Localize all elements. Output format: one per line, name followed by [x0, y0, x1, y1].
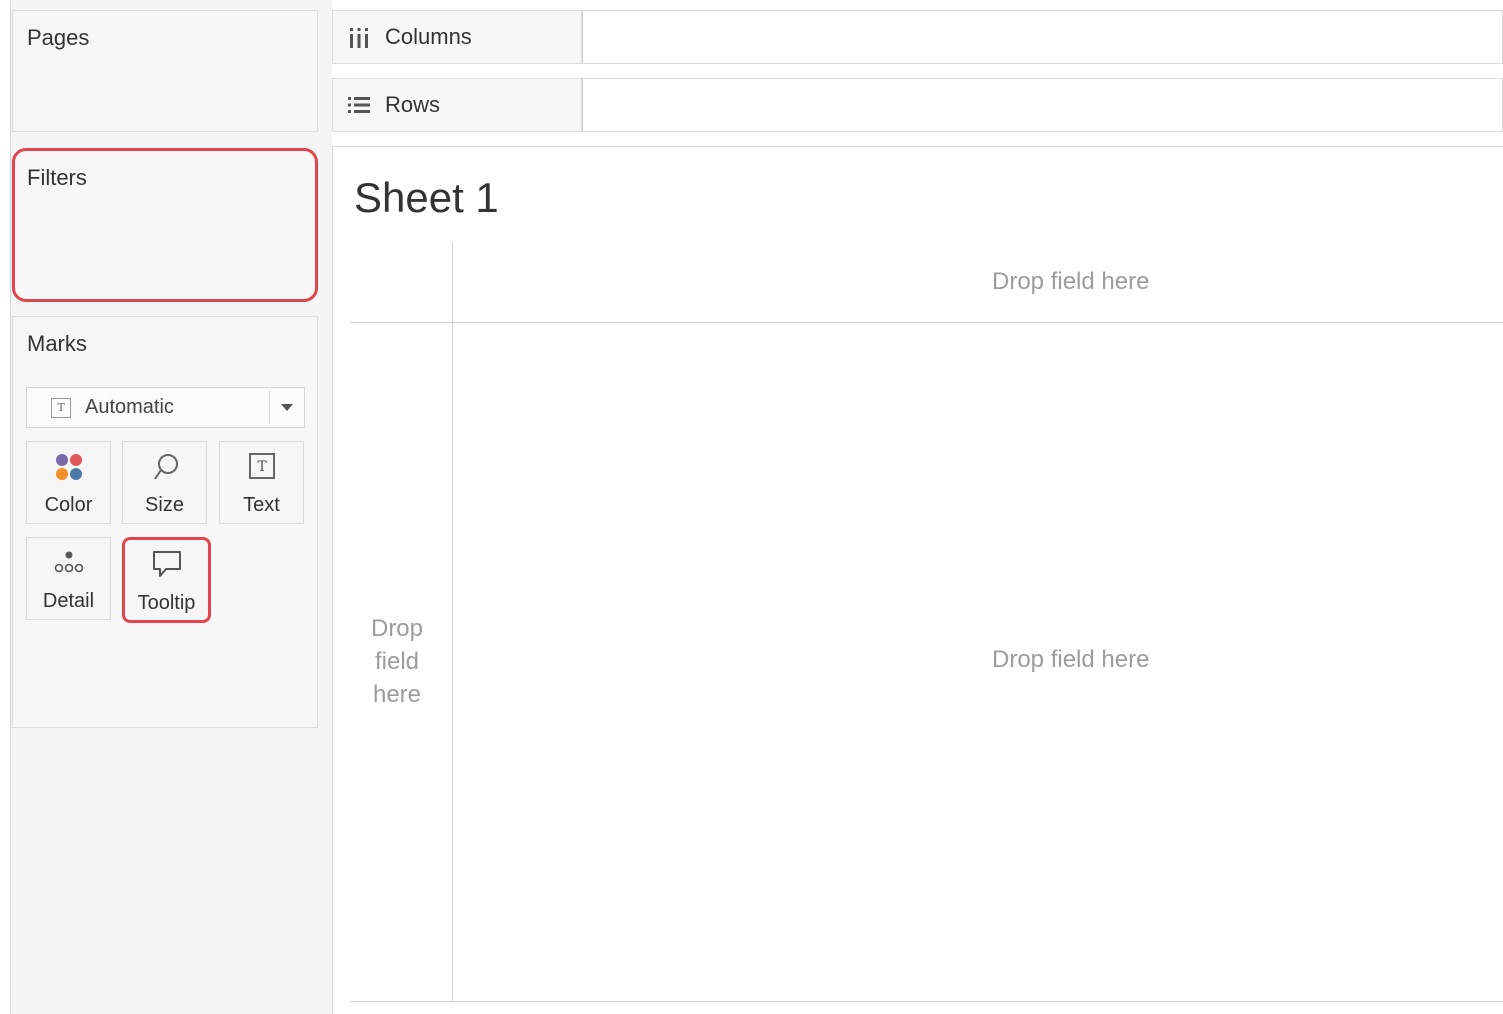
rows-icon	[348, 97, 370, 113]
size-lasso-icon	[153, 454, 178, 480]
chevron-down-icon[interactable]	[281, 404, 293, 411]
detail-dots-icon	[54, 551, 83, 573]
pages-title: Pages	[27, 25, 90, 50]
columns-shelf-drop-zone[interactable]	[582, 10, 1503, 64]
sheet-title[interactable]: Sheet 1	[354, 174, 499, 222]
columns-shelf-label: Columns	[332, 10, 582, 64]
column-header-divider	[350, 322, 1503, 323]
tooltip-bubble-icon	[152, 551, 181, 577]
columns-label: Columns	[385, 24, 472, 49]
text-mark-icon: T	[51, 397, 71, 418]
dropdown-divider	[269, 391, 270, 424]
color-button[interactable]: Color	[26, 441, 111, 524]
rows-shelf-label: Rows	[332, 78, 582, 132]
rows-label: Rows	[385, 92, 441, 117]
size-label: Size	[145, 494, 184, 516]
size-button[interactable]: Size	[122, 441, 207, 524]
detail-label: Detail	[42, 590, 95, 612]
rows-shelf-drop-zone[interactable]	[582, 78, 1503, 132]
drop-rows-line: field	[374, 648, 420, 675]
text-button[interactable]: T Text	[219, 441, 304, 524]
pages-card[interactable]: Pages	[12, 10, 318, 132]
drop-rows-line: here	[372, 681, 422, 708]
filters-card[interactable]: Filters	[12, 148, 318, 302]
columns-icon	[350, 28, 368, 48]
marks-title: Marks	[27, 331, 87, 356]
mark-type-dropdown[interactable]: T Automatic	[26, 387, 305, 428]
row-header-divider	[452, 242, 453, 1002]
detail-button[interactable]: Detail	[26, 537, 111, 620]
text-box-icon: T	[248, 453, 275, 479]
color-dots-icon	[55, 454, 82, 480]
tooltip-label: Tooltip	[137, 592, 196, 614]
drop-columns-target[interactable]: Drop field here	[992, 268, 1149, 296]
filters-title: Filters	[27, 165, 87, 190]
tooltip-button[interactable]: Tooltip	[122, 537, 211, 623]
drop-rows-target[interactable]: Drop field here	[352, 612, 442, 711]
view-canvas[interactable]	[332, 146, 1503, 1014]
view-bottom-border	[350, 1001, 1503, 1002]
mark-type-label: Automatic	[85, 396, 174, 418]
drop-center-target[interactable]: Drop field here	[992, 646, 1149, 674]
drop-rows-line: Drop	[370, 615, 424, 642]
svg-text:T: T	[257, 459, 267, 475]
color-label: Color	[44, 494, 93, 516]
text-label: Text	[243, 494, 280, 516]
